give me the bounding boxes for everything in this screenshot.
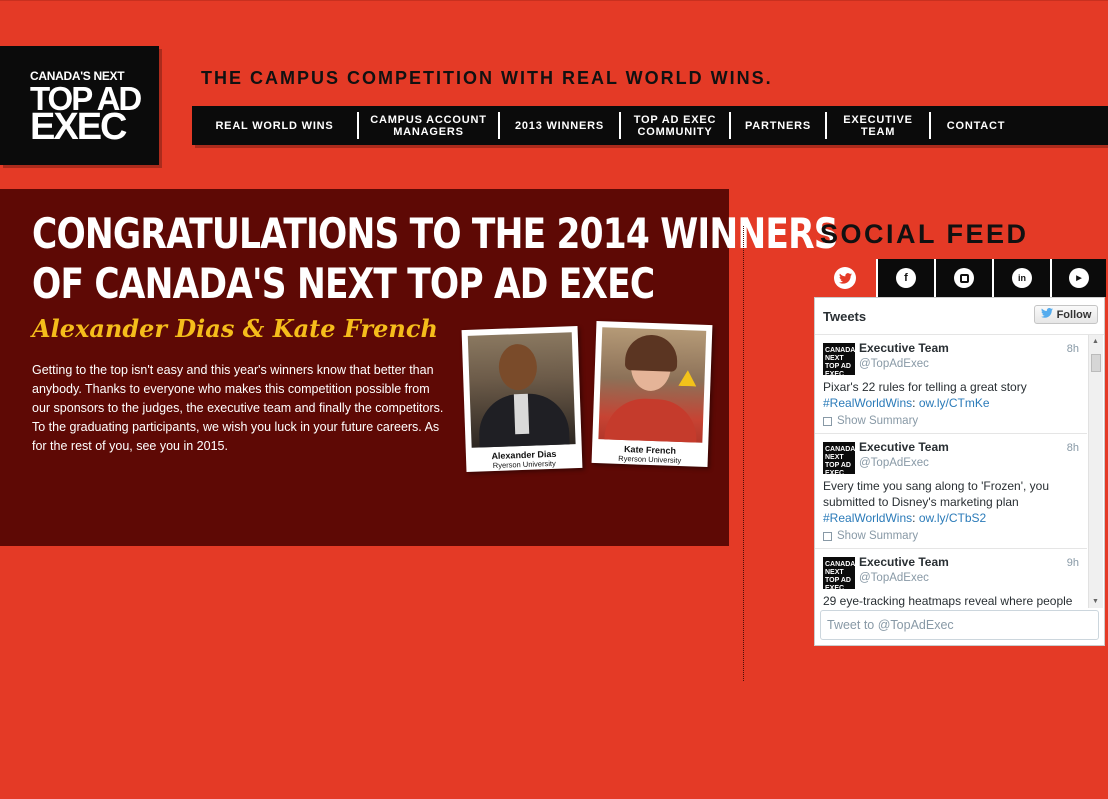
tweet-list: CANADA'S NEXT TOP AD EXEC Executive Team @… [815, 335, 1087, 608]
tweet-hashtag[interactable]: #RealWorldWins [823, 396, 912, 410]
tweet-author[interactable]: Executive Team [859, 341, 1079, 355]
tab-twitter[interactable] [814, 259, 876, 297]
logo-line-3: EXEC [30, 106, 127, 148]
widget-header: Tweets Follow [815, 298, 1104, 335]
tweet-hashtag[interactable]: #RealWorldWins [823, 511, 912, 525]
avatar[interactable]: CANADA'S NEXT TOP AD EXEC [823, 442, 862, 477]
follow-label: Follow [1056, 308, 1092, 321]
tab-youtube[interactable]: ▶ [1050, 259, 1106, 297]
tweet-time[interactable]: 8h [1067, 343, 1079, 355]
tab-instagram[interactable] [934, 259, 992, 297]
photo-image [467, 332, 576, 448]
headline-line-2: OF CANADA'S NEXT TOP AD EXEC [32, 259, 655, 308]
tab-facebook[interactable]: f [876, 259, 934, 297]
tweet-item[interactable]: CANADA'S NEXT TOP AD EXEC Executive Team @… [815, 335, 1087, 434]
twitter-icon [834, 267, 856, 289]
nav-partners[interactable]: PARTNERS [731, 112, 827, 139]
nav-executive-team[interactable]: EXECUTIVE TEAM [827, 112, 931, 139]
nav-real-world-wins[interactable]: REAL WORLD WINS [192, 112, 359, 139]
tweet-time[interactable]: 9h [1067, 557, 1079, 569]
twitter-widget: Tweets Follow CANADA'S NEXT TOP AD EXEC Ex… [814, 297, 1105, 646]
instagram-icon [954, 268, 974, 288]
follow-button[interactable]: Follow [1034, 305, 1098, 324]
headline-line-1: CONGRATULATIONS TO THE 2014 WINNERS [32, 209, 839, 258]
hero-body-text: Getting to the top isn't easy and this y… [32, 363, 444, 453]
winner-photo-kate: Kate French Ryerson University [591, 321, 713, 467]
youtube-icon: ▶ [1069, 268, 1089, 288]
social-tabs: f in ▶ [814, 259, 1108, 297]
site-tagline: THE CAMPUS COMPETITION WITH REAL WORLD W… [201, 68, 773, 88]
nav-contact[interactable]: CONTACT [931, 112, 1021, 139]
winner-photo-alexander: Alexander Dias Ryerson University [461, 326, 583, 472]
nav-campus-account-managers[interactable]: CAMPUS ACCOUNT MANAGERS [359, 112, 500, 139]
facebook-icon: f [896, 268, 916, 288]
logo[interactable]: CANADA'S NEXT TOP AD EXEC [0, 46, 159, 165]
tweet-item[interactable]: CANADA'S NEXT TOP AD EXEC Executive Team @… [815, 434, 1087, 549]
tweet-item[interactable]: CANADA'S NEXT TOP AD EXEC Executive Team @… [815, 549, 1087, 608]
tweet-author[interactable]: Executive Team [859, 440, 1079, 454]
tweet-handle[interactable]: @TopAdExec [859, 457, 1079, 469]
nav-2013-winners[interactable]: 2013 WINNERS [500, 112, 621, 139]
photo-image [598, 327, 707, 443]
tweet-time[interactable]: 8h [1067, 442, 1079, 454]
summary-icon [823, 416, 832, 426]
winner-names: Alexander Dias & Kate French [32, 314, 438, 343]
tweet-compose-box[interactable] [820, 610, 1099, 640]
tweet-author[interactable]: Executive Team [859, 555, 1079, 569]
widget-title: Tweets [823, 309, 867, 324]
avatar[interactable]: CANADA'S NEXT TOP AD EXEC [823, 343, 862, 378]
tweet-compose-input[interactable] [821, 611, 1098, 639]
linkedin-icon: in [1012, 268, 1032, 288]
top-border [0, 0, 1108, 1]
tweet-text: 29 eye-tracking heatmaps reveal where pe… [823, 594, 1073, 608]
tweet-handle[interactable]: @TopAdExec [859, 572, 1079, 584]
avatar[interactable]: CANADA'S NEXT TOP AD EXEC [823, 557, 862, 592]
scroll-down-icon[interactable]: ▼ [1092, 598, 1099, 605]
main-nav: REAL WORLD WINS CAMPUS ACCOUNT MANAGERS … [192, 106, 1108, 145]
scroll-thumb[interactable] [1091, 354, 1101, 372]
tab-linkedin[interactable]: in [992, 259, 1050, 297]
tweet-link[interactable]: ow.ly/CTbS2 [919, 511, 986, 525]
tweet-scrollbar[interactable]: ▲ ▼ [1088, 335, 1103, 608]
show-summary-button[interactable]: Show Summary [823, 415, 1079, 427]
social-feed-title: SOCIAL FEED [820, 219, 1029, 249]
winners-hero: CONGRATULATIONS TO THE 2014 WINNERS OF C… [0, 189, 839, 546]
nav-top-ad-exec-community[interactable]: TOP AD EXEC COMMUNITY [621, 112, 731, 139]
dotted-divider [743, 226, 744, 681]
tweet-link[interactable]: ow.ly/CTmKe [919, 396, 990, 410]
show-summary-button[interactable]: Show Summary [823, 530, 1079, 542]
summary-icon [823, 531, 832, 541]
tweet-handle[interactable]: @TopAdExec [859, 358, 1079, 370]
hero-headline: CONGRATULATIONS TO THE 2014 WINNERS OF C… [32, 209, 839, 309]
twitter-bird-icon [1040, 308, 1053, 321]
tweet-text: Pixar's 22 rules for telling a great sto… [823, 380, 1027, 410]
tweet-text: Every time you sang along to 'Frozen', y… [823, 479, 1050, 525]
scroll-up-icon[interactable]: ▲ [1092, 338, 1099, 345]
